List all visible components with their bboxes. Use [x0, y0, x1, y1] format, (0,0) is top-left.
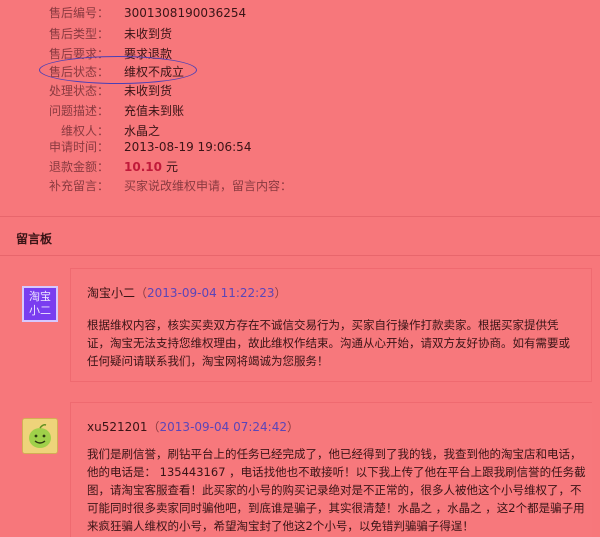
section-divider [0, 216, 600, 217]
avatar-text: 淘宝 [29, 290, 51, 303]
refund-amount: 10.10 元 [124, 157, 178, 177]
problem-description: 充值未到账 [124, 104, 185, 118]
message-body: 根据维权内容，核实买卖双方存在不诚信交易行为，买家自行操作打款卖家。根据买家提供… [87, 318, 570, 368]
detail-label: 补充留言： [48, 179, 109, 193]
processing-status: 未收到货 [124, 84, 173, 98]
detail-row-type: 售后类型： 未收到货 [0, 24, 600, 44]
detail-label: 售后类型： [48, 27, 109, 41]
detail-row-number: 售后编号： 3001308190036254 [0, 3, 600, 23]
message-author[interactable]: 淘宝小二 [87, 286, 135, 300]
message-item: xu521201（2013-09-04 07:24:42） 我们是刷信誉，刷钻平… [70, 402, 592, 537]
detail-label: 问题描述： [48, 104, 109, 118]
after-sale-detail: 售后编号： 3001308190036254 售后类型： 未收到货 售后要求： … [0, 0, 600, 212]
paren-close: ） [286, 420, 299, 434]
refund-value: 10.10 [124, 160, 162, 174]
paren-open: （ [135, 286, 148, 300]
refund-unit: 元 [165, 160, 178, 174]
detail-row-refund: 退款金额： 10.10 元 [0, 157, 600, 177]
page: 售后编号： 3001308190036254 售后类型： 未收到货 售后要求： … [0, 0, 600, 537]
detail-row-note: 补充留言： 买家说改维权申请，留言内容： [0, 176, 600, 196]
detail-row-description: 问题描述： 充值未到账 [0, 101, 600, 121]
avatar-user[interactable] [22, 418, 58, 454]
after-sale-type: 未收到货 [124, 27, 173, 41]
message-time: 2013-09-04 07:24:42 [159, 420, 287, 434]
message-author[interactable]: xu521201 [87, 420, 148, 434]
message-author-line: 淘宝小二（2013-09-04 11:22:23） [87, 284, 287, 301]
detail-label: 处理状态： [48, 84, 109, 98]
supplementary-note: 买家说改维权申请，留言内容： [124, 179, 293, 193]
status-highlight-ellipse [39, 56, 197, 84]
message-board-divider [0, 255, 600, 256]
paren-open: （ [147, 420, 160, 434]
detail-label: 申请时间： [48, 140, 109, 154]
detail-label: 退款金额： [48, 160, 109, 174]
message-time: 2013-09-04 11:22:23 [147, 286, 275, 300]
message-author-line: xu521201（2013-09-04 07:24:42） [87, 418, 299, 435]
message-item: 淘宝小二（2013-09-04 11:22:23） 根据维权内容，核实买卖双方存… [70, 268, 592, 382]
detail-row-processing: 处理状态： 未收到货 [0, 81, 600, 101]
message-board-title: 留言板 [16, 232, 53, 246]
avatar-text: 小二 [29, 304, 51, 317]
after-sale-number: 3001308190036254 [124, 6, 247, 20]
apply-time: 2013-08-19 19:06:54 [124, 140, 252, 154]
smiley-icon [23, 419, 57, 453]
detail-label: 售后编号： [48, 6, 109, 20]
message-body: 我们是刷信誉，刷钻平台上的任务已经完成了，他已经得到了我的钱，我查到他的淘宝店和… [87, 447, 586, 533]
paren-close: ） [274, 286, 287, 300]
avatar-taobao-xiaoer[interactable]: 淘宝 小二 [22, 286, 58, 322]
detail-row-apply-time: 申请时间： 2013-08-19 19:06:54 [0, 137, 600, 157]
